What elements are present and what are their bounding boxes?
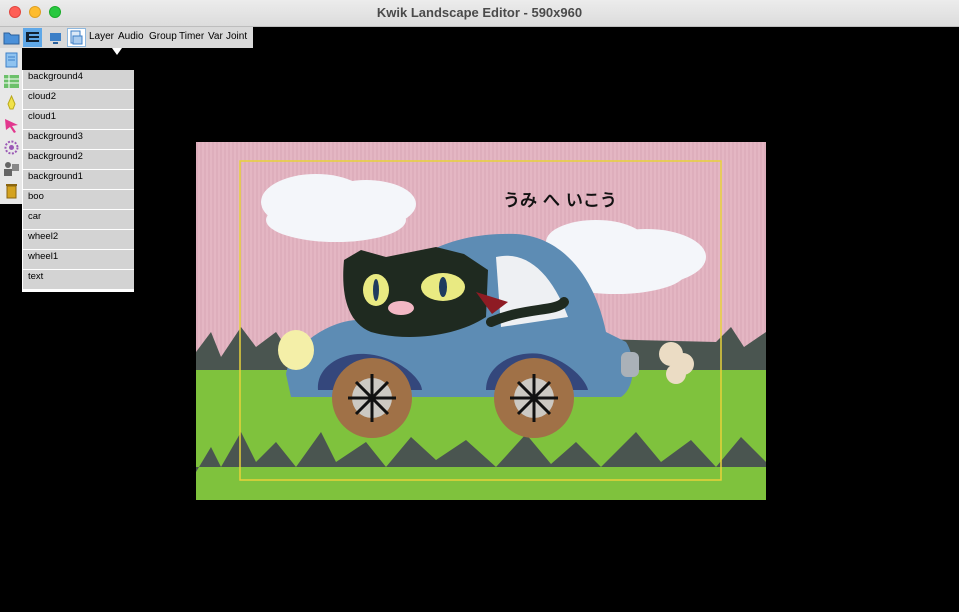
rocket-icon[interactable] — [3, 94, 20, 112]
menu-group[interactable]: Group — [149, 31, 177, 42]
scene-text: うみ へ いこう — [503, 191, 617, 211]
grid-table-icon[interactable] — [3, 73, 20, 90]
layer-item[interactable]: background3 — [23, 130, 134, 149]
layer-item[interactable]: wheel1 — [23, 250, 134, 269]
user-image-icon[interactable] — [3, 160, 20, 177]
layer-item[interactable]: background1 — [23, 170, 134, 189]
layer-item[interactable]: cloud1 — [23, 110, 134, 129]
window-title: Kwik Landscape Editor - 590x960 — [376, 5, 583, 20]
menu-audio[interactable]: Audio — [118, 31, 144, 42]
left-tool-palette — [0, 48, 22, 204]
cloud-left — [261, 174, 416, 242]
wheel-front — [332, 358, 412, 438]
layer-item[interactable]: background4 — [23, 70, 134, 89]
toolbar: Layer Audio Group Timer Var Joint — [0, 27, 253, 48]
menu-joint[interactable]: Joint — [226, 31, 247, 42]
menu-timer[interactable]: Timer — [179, 31, 204, 42]
layer-item[interactable]: car — [23, 210, 134, 229]
trash-icon[interactable] — [3, 182, 20, 199]
wheel-rear — [494, 358, 574, 438]
layers-list-icon[interactable] — [23, 28, 42, 47]
layer-item[interactable]: text — [23, 270, 134, 289]
pointer-arrow-icon[interactable] — [3, 117, 20, 134]
menu-layer[interactable]: Layer — [89, 31, 114, 42]
scroll-doc-icon[interactable] — [3, 52, 20, 69]
scene-canvas[interactable]: うみ へ いこう — [196, 142, 766, 500]
layer-item[interactable]: cloud2 — [23, 90, 134, 109]
title-bar: Kwik Landscape Editor - 590x960 — [0, 0, 959, 27]
page-icon[interactable] — [67, 28, 86, 47]
selected-tab-caret-icon — [112, 48, 122, 55]
folder-icon[interactable] — [2, 28, 21, 47]
scene-artwork: うみ へ いこう — [196, 142, 766, 500]
layer-item[interactable]: wheel2 — [23, 230, 134, 249]
gear-flower-icon[interactable] — [3, 139, 20, 156]
monitor-icon[interactable] — [46, 28, 65, 47]
layer-item[interactable]: boo — [23, 190, 134, 209]
layer-item[interactable]: background2 — [23, 150, 134, 169]
layer-list: background4 cloud2 cloud1 background3 ba… — [22, 70, 134, 292]
menu-var[interactable]: Var — [208, 31, 223, 42]
